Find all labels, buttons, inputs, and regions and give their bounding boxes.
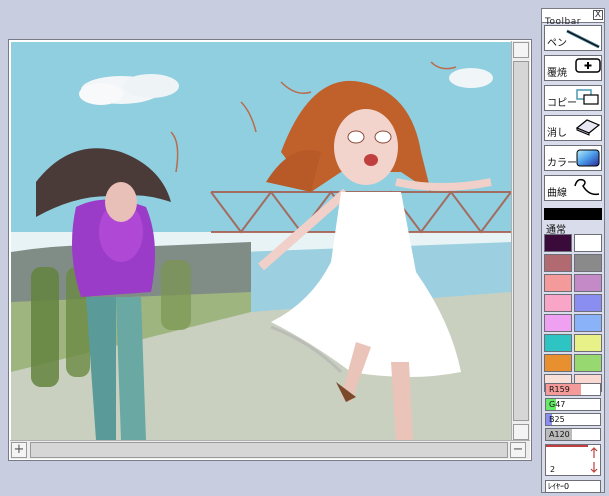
tool-color-button[interactable]: カラー — [544, 145, 602, 171]
palette-swatch[interactable] — [544, 354, 572, 372]
palette-swatch[interactable] — [574, 254, 602, 272]
blue-slider[interactable]: B25 — [545, 413, 601, 426]
copy-icon — [576, 89, 599, 105]
palette-swatch[interactable] — [574, 354, 602, 372]
brush-size-value: 2 — [550, 465, 556, 474]
plus-icon[interactable]: + — [11, 442, 27, 458]
tool-watercolor-label: 覆焼 — [547, 68, 567, 79]
tool-copy-button[interactable]: コピー — [544, 85, 602, 111]
tool-pen-button[interactable]: ペン — [544, 25, 602, 51]
color-icon — [576, 149, 600, 167]
vertical-scroll-thumb[interactable] — [513, 61, 529, 421]
palette-swatch[interactable] — [544, 254, 572, 272]
tool-curve-button[interactable]: 曲線 — [544, 175, 602, 201]
palette-swatch[interactable] — [574, 234, 602, 252]
painting — [11, 42, 511, 440]
pen-icon — [566, 29, 600, 49]
vertical-scrollbar[interactable] — [511, 41, 530, 441]
palette-swatch[interactable] — [544, 294, 572, 312]
red-slider[interactable]: R159 — [545, 383, 601, 396]
toolbar-panel: Toolbar X ペン 覆焼 コピー 消し カラー 曲線 通常 R159 G4… — [541, 8, 605, 493]
minus-icon[interactable]: − — [510, 442, 526, 458]
palette-swatch[interactable] — [544, 314, 572, 332]
palette-swatch[interactable] — [544, 274, 572, 292]
curve-icon — [574, 178, 600, 196]
palette-swatch[interactable] — [574, 294, 602, 312]
palette-swatch[interactable] — [544, 234, 572, 252]
scroll-top-icon[interactable] — [513, 42, 529, 58]
horizontal-scroll-thumb[interactable] — [30, 442, 508, 458]
red-slider-label: R159 — [549, 385, 570, 394]
layer-selector[interactable]: ﾚｲﾔｰ0 — [545, 480, 601, 493]
scroll-down-button[interactable] — [513, 424, 529, 440]
tool-color-label: カラー — [547, 158, 577, 169]
tool-pen-label: ペン — [547, 38, 567, 49]
close-icon[interactable]: X — [593, 10, 603, 20]
tool-eraser-button[interactable]: 消し — [544, 115, 602, 141]
plus-icon — [575, 58, 601, 73]
palette-swatch[interactable] — [574, 314, 602, 332]
toolbar-title-bar[interactable]: Toolbar X — [542, 9, 604, 27]
alpha-slider-label: A120 — [549, 430, 570, 439]
drawing-canvas[interactable] — [11, 42, 511, 440]
canvas-window: + − — [8, 39, 532, 461]
palette-swatch[interactable] — [574, 274, 602, 292]
blend-mode-preview[interactable] — [544, 208, 602, 220]
tool-watercolor-button[interactable]: 覆焼 — [544, 55, 602, 81]
blue-slider-label: B25 — [549, 415, 565, 424]
palette-swatch[interactable] — [574, 334, 602, 352]
brush-size-control[interactable]: 2 — [545, 444, 601, 476]
brush-size-bar — [546, 445, 588, 447]
tool-copy-label: コピー — [547, 98, 577, 109]
up-down-arrow-icon[interactable] — [590, 447, 598, 473]
tool-eraser-label: 消し — [547, 128, 567, 139]
tool-curve-label: 曲線 — [547, 188, 567, 199]
green-slider-label: G47 — [549, 400, 566, 409]
palette-swatch[interactable] — [544, 334, 572, 352]
eraser-icon — [575, 119, 601, 136]
horizontal-scrollbar[interactable]: + − — [10, 440, 530, 459]
green-slider[interactable]: G47 — [545, 398, 601, 411]
alpha-slider[interactable]: A120 — [545, 428, 601, 441]
